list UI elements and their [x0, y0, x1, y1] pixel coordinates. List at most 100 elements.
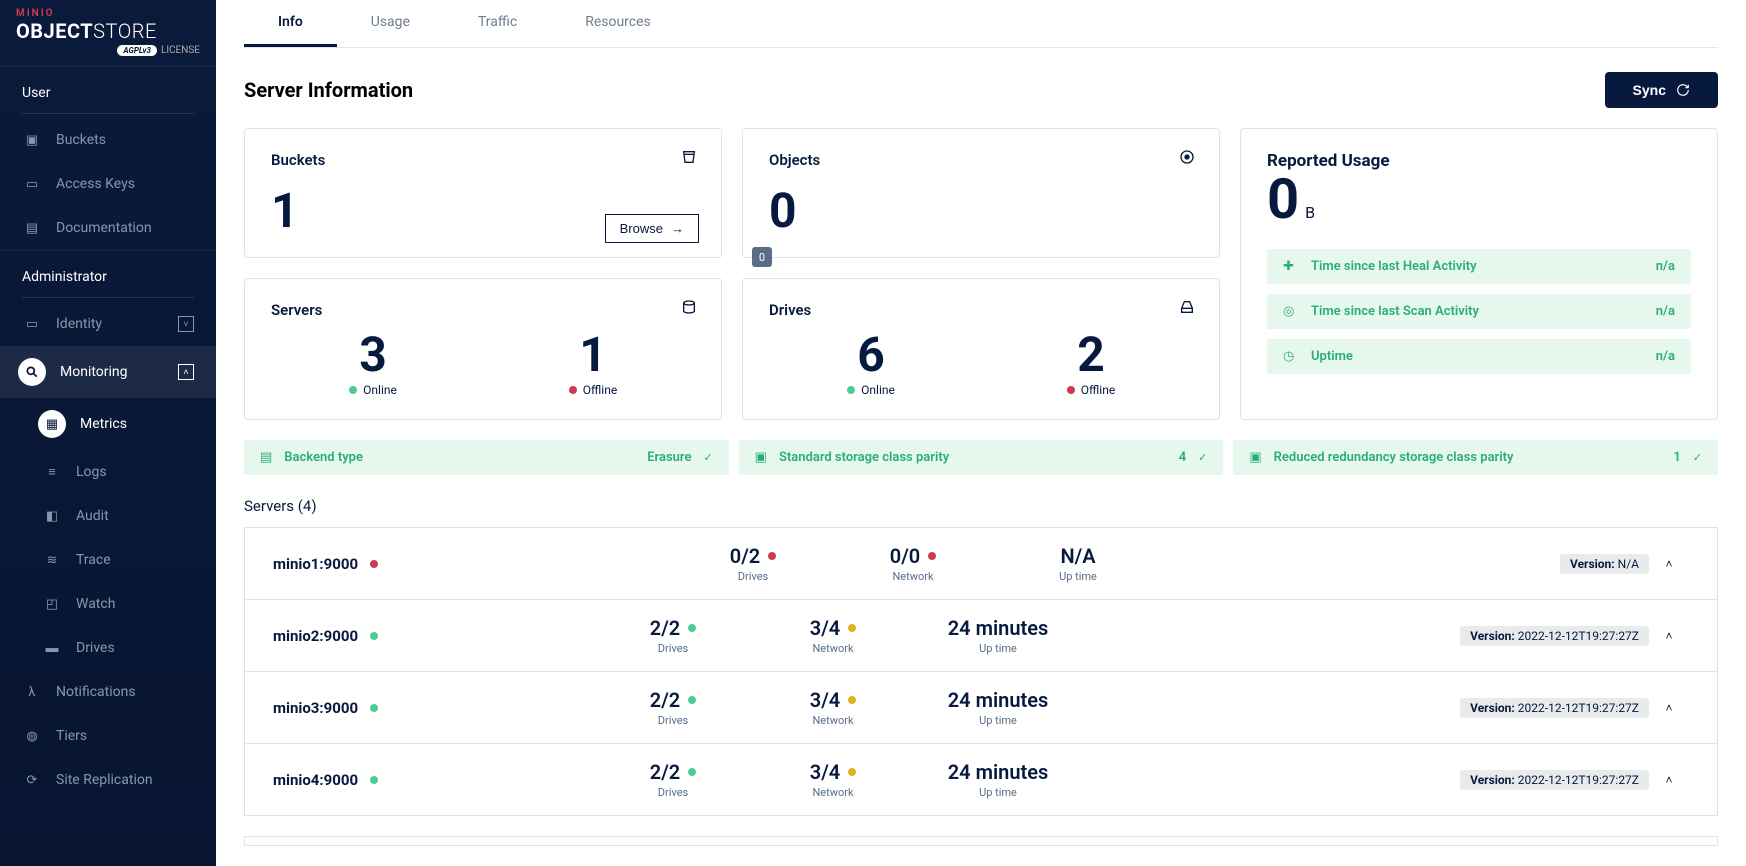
server-network: 0/0 Network	[833, 544, 993, 583]
expand-button[interactable]: ˄	[1649, 557, 1689, 571]
status-dot	[370, 704, 378, 712]
sidebar-item-access-keys[interactable]: ▭ Access Keys	[0, 162, 216, 206]
main-content: Info Usage Traffic Resources Server Info…	[216, 0, 1746, 866]
server-row: minio2:9000 2/2 Drives 3/4 Network 24 mi…	[245, 600, 1717, 672]
servers-online: 3	[271, 331, 475, 379]
server-uptime: 24 minutes Up time	[913, 616, 1083, 655]
sidebar-item-label: Watch	[76, 596, 115, 612]
sync-button[interactable]: Sync	[1605, 72, 1718, 108]
offline-label: Offline	[1081, 383, 1115, 397]
online-label: Online	[861, 383, 895, 397]
usage-label: Time since last Scan Activity	[1311, 304, 1644, 319]
status-dot	[768, 552, 776, 560]
replication-icon: ⟳	[22, 770, 42, 790]
heal-icon: ✚	[1283, 259, 1299, 274]
usage-value: n/a	[1656, 259, 1675, 274]
status-dot	[688, 768, 696, 776]
sidebar-item-label: Audit	[76, 508, 109, 524]
sidebar-item-label: Logs	[76, 464, 107, 480]
status-dot	[370, 632, 378, 640]
bucket-icon: ▣	[22, 130, 42, 150]
sidebar-item-label: Metrics	[80, 416, 127, 432]
servers-offline: 1	[491, 331, 695, 379]
card-label: Servers	[271, 301, 695, 319]
strip-label: Standard storage class parity	[779, 450, 1167, 465]
usage-value: n/a	[1656, 349, 1675, 364]
server-network: 3/4 Network	[753, 760, 913, 799]
status-dot-red	[1067, 386, 1075, 394]
server-drives: 2/2 Drives	[593, 688, 753, 727]
summary-cards: Buckets 1 Browse → Servers 3 O	[244, 128, 1718, 420]
sidebar-item-audit[interactable]: ◧ Audit	[0, 494, 216, 538]
arrow-right-icon: →	[671, 221, 684, 236]
server-name: minio2:9000	[273, 627, 593, 645]
sidebar-item-label: Monitoring	[60, 364, 128, 380]
sidebar-item-drives[interactable]: ▬ Drives	[0, 626, 216, 670]
server-uptime: 24 minutes Up time	[913, 760, 1083, 799]
server-uptime: 24 minutes Up time	[913, 688, 1083, 727]
sidebar-item-metrics[interactable]: ▦ Metrics	[0, 398, 216, 450]
sidebar-item-notifications[interactable]: λ Notifications	[0, 670, 216, 714]
strip-label: Reduced redundancy storage class parity	[1274, 450, 1662, 465]
status-dot-red	[569, 386, 577, 394]
sidebar: MINIO OBJECTSTORE AGPLv3LICENSE User ▣ B…	[0, 0, 216, 866]
brand-main1: OBJECT	[16, 19, 93, 43]
server-version: Version: 2022-12-12T19:27:27Z	[1460, 770, 1649, 790]
browse-button[interactable]: Browse →	[605, 214, 699, 243]
sidebar-item-site-replication[interactable]: ⟳ Site Replication	[0, 758, 216, 802]
id-card-icon: ▭	[22, 314, 42, 334]
server-drives: 2/2 Drives	[593, 760, 753, 799]
sidebar-item-logs[interactable]: ≡ Logs	[0, 450, 216, 494]
sidebar-item-label: Trace	[76, 552, 111, 568]
sidebar-item-watch[interactable]: ◰ Watch	[0, 582, 216, 626]
sidebar-item-identity[interactable]: ▭ Identity ˅	[0, 302, 216, 346]
check-icon: ✓	[703, 451, 712, 464]
tab-usage[interactable]: Usage	[337, 0, 444, 47]
notification-badge: 0	[752, 247, 772, 267]
sidebar-item-label: Documentation	[56, 220, 152, 236]
tab-resources[interactable]: Resources	[551, 0, 685, 47]
chevron-up-icon: ˄	[178, 364, 194, 380]
sidebar-item-tiers[interactable]: ◍ Tiers	[0, 714, 216, 758]
offline-label: Offline	[583, 383, 617, 397]
sidebar-item-monitoring[interactable]: Monitoring ˄	[0, 346, 216, 398]
logs-icon: ≡	[42, 462, 62, 482]
card-label: Objects	[769, 151, 1193, 169]
server-list: minio1:9000 0/2 Drives 0/0 Network N/A U…	[244, 527, 1718, 816]
sidebar-item-buckets[interactable]: ▣ Buckets	[0, 118, 216, 162]
tab-traffic[interactable]: Traffic	[444, 0, 551, 47]
strip-value: 4	[1179, 450, 1186, 465]
sidebar-item-label: Site Replication	[56, 772, 153, 788]
sidebar-item-label: Drives	[76, 640, 115, 656]
usage-row-scan: ◎ Time since last Scan Activity n/a	[1267, 294, 1691, 329]
online-label: Online	[363, 383, 397, 397]
drives-offline: 2	[989, 331, 1193, 379]
card-usage: Reported Usage 0B ✚ Time since last Heal…	[1240, 128, 1718, 420]
page-title: Server Information	[244, 78, 413, 102]
tabs: Info Usage Traffic Resources	[244, 0, 1718, 48]
usage-row-heal: ✚ Time since last Heal Activity n/a	[1267, 249, 1691, 284]
sidebar-item-label: Access Keys	[56, 176, 135, 192]
status-dot	[848, 624, 856, 632]
sync-label: Sync	[1633, 82, 1666, 98]
license-pill: AGPLv3	[117, 45, 157, 56]
server-uptime: N/A Up time	[993, 544, 1163, 583]
status-dot-green	[349, 386, 357, 394]
card-label: Reported Usage	[1267, 151, 1691, 171]
expand-button[interactable]: ˄	[1649, 773, 1689, 787]
status-dot	[928, 552, 936, 560]
section-admin: Administrator	[0, 250, 216, 293]
sidebar-item-label: Buckets	[56, 132, 106, 148]
bucket-icon	[681, 149, 697, 169]
server-network: 3/4 Network	[753, 688, 913, 727]
usage-value: 0	[1267, 166, 1299, 232]
server-version: Version: N/A	[1560, 554, 1649, 574]
info-strips: ▤ Backend type Erasure ✓ ▣ Standard stor…	[244, 440, 1718, 475]
drives-icon: ▬	[42, 638, 62, 658]
sidebar-item-trace[interactable]: ≋ Trace	[0, 538, 216, 582]
sidebar-item-documentation[interactable]: ▤ Documentation	[0, 206, 216, 250]
status-dot	[370, 776, 378, 784]
tab-info[interactable]: Info	[244, 0, 337, 47]
expand-button[interactable]: ˄	[1649, 701, 1689, 715]
expand-button[interactable]: ˄	[1649, 629, 1689, 643]
